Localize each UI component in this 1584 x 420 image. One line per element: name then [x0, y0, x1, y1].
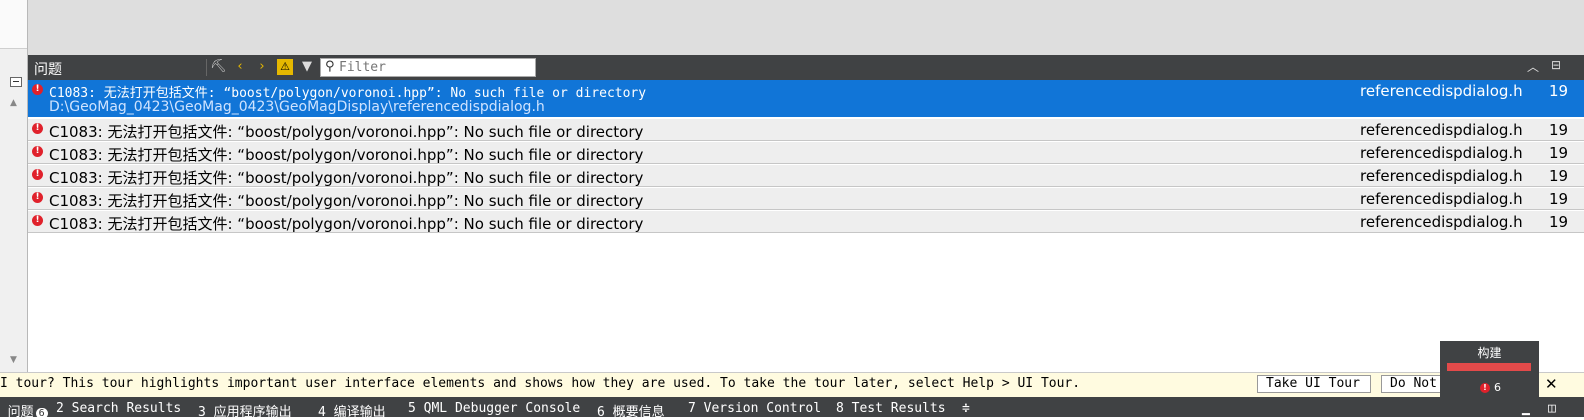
take-ui-tour-button[interactable]: Take UI Tour — [1257, 375, 1371, 393]
issues-count-badge: 6 — [35, 408, 48, 419]
error-icon: ! — [1480, 383, 1490, 393]
editor-area — [28, 0, 1584, 55]
issue-message: C1083: 无法打开包括文件: “boost/polygon/voronoi.… — [49, 215, 644, 233]
issue-file: referencedispdialog.h — [1360, 167, 1523, 185]
issue-path: D:\GeoMag_0423\GeoMag_0423\GeoMagDisplay… — [49, 99, 545, 115]
issues-toolbar: 问题 ⛏ ‹ › ⚠ ▼ ⚲ ︿ ⊟ — [28, 55, 1584, 80]
tab-search-results[interactable]: 2 Search Results — [56, 401, 181, 416]
tab-test-results[interactable]: 8 Test Results — [836, 401, 946, 416]
issue-message: C1083: 无法打开包括文件: “boost/polygon/voronoi.… — [49, 169, 644, 187]
issue-file: referencedispdialog.h — [1360, 190, 1523, 208]
output-panes-bar: 1 问题6 2 Search Results 3 应用程序输出 4 编译输出 5… — [0, 397, 1584, 420]
filter-input[interactable] — [339, 59, 529, 76]
issue-row[interactable]: ! C1083: 无法打开包括文件: “boost/polygon/vorono… — [28, 165, 1584, 187]
close-icon[interactable]: ✕ — [1545, 375, 1558, 393]
issue-message: C1083: 无法打开包括文件: “boost/polygon/voronoi.… — [49, 123, 644, 141]
pane-menu-icon[interactable]: ≑ — [962, 401, 970, 416]
tab-application-output[interactable]: 3 应用程序输出 — [198, 401, 292, 420]
scroll-up-icon[interactable]: ▲ — [10, 98, 17, 108]
search-icon: ⚲ — [325, 59, 335, 74]
issue-row[interactable]: ! C1083: 无法打开包括文件: “boost/polygon/vorono… — [28, 142, 1584, 164]
issue-line: 19 — [1549, 121, 1569, 139]
issue-message: C1083: 无法打开包括文件: “boost/polygon/voronoi.… — [49, 192, 644, 210]
issue-row[interactable]: ! C1083: 无法打开包括文件: “boost/polygon/vorono… — [28, 119, 1584, 141]
error-icon: ! — [32, 123, 43, 134]
build-label: 构建 — [1477, 346, 1502, 360]
toolbar-divider — [206, 59, 207, 76]
warning-filter-icon[interactable]: ⚠ — [277, 59, 293, 75]
issue-file: referencedispdialog.h — [1360, 144, 1523, 162]
clean-icon[interactable]: ⛏ — [210, 59, 227, 75]
error-icon: ! — [32, 215, 43, 226]
tour-message: I tour? This tour highlights important u… — [0, 376, 1081, 391]
tab-compile-output[interactable]: 4 编译输出 — [318, 401, 386, 420]
chevron-up-icon[interactable]: ︿ — [1527, 58, 1539, 75]
issue-file: referencedispdialog.h — [1360, 213, 1523, 231]
error-icon: ! — [32, 169, 43, 180]
next-icon[interactable]: › — [254, 59, 270, 75]
issue-row[interactable]: ! C1083: 无法打开包括文件: “boost/polygon/vorono… — [28, 80, 1584, 117]
issue-line: 19 — [1549, 82, 1569, 100]
issue-line: 19 — [1549, 190, 1569, 208]
error-icon: ! — [32, 84, 43, 95]
tab-issues-label: 1 问题 — [0, 405, 34, 420]
tab-version-control[interactable]: 7 Version Control — [688, 401, 821, 416]
toggle-sidebar-icon[interactable]: ◫ — [1548, 401, 1556, 416]
tab-qml-debugger-console[interactable]: 5 QML Debugger Console — [408, 401, 580, 416]
sidebar-top-area — [0, 0, 27, 49]
left-sidebar-strip: ▲ ▼ — [0, 0, 28, 372]
issues-list: ! C1083: 无法打开包括文件: “boost/polygon/vorono… — [28, 80, 1584, 233]
issue-row[interactable]: ! C1083: 无法打开包括文件: “boost/polygon/vorono… — [28, 211, 1584, 233]
error-icon: ! — [32, 146, 43, 157]
ui-tour-infobar: I tour? This tour highlights important u… — [0, 372, 1584, 397]
previous-icon[interactable]: ‹ — [232, 59, 248, 75]
close-pane-icon[interactable]: ⊟ — [1551, 58, 1561, 72]
filter-box[interactable]: ⚲ — [320, 58, 536, 77]
progress-toggle-icon[interactable]: ▁ — [1522, 401, 1530, 416]
issue-line: 19 — [1549, 167, 1569, 185]
collapse-pane-icon[interactable] — [10, 77, 22, 87]
build-error-count: ! 6 — [1480, 381, 1501, 394]
do-not-show-again-button[interactable]: Do Not Show Again — [1381, 375, 1441, 393]
error-icon: ! — [32, 192, 43, 203]
issue-row[interactable]: ! C1083: 无法打开包括文件: “boost/polygon/vorono… — [28, 188, 1584, 210]
issue-message: C1083: 无法打开包括文件: “boost/polygon/voronoi.… — [49, 146, 644, 164]
tab-general-messages[interactable]: 6 概要信息 — [597, 401, 665, 420]
scroll-down-icon[interactable]: ▼ — [10, 355, 17, 365]
issue-line: 19 — [1549, 213, 1569, 231]
build-progress-bar — [1447, 363, 1531, 371]
panel-title: 问题 — [34, 62, 62, 78]
filter-funnel-icon[interactable]: ▼ — [299, 59, 315, 75]
tab-issues[interactable]: 1 问题6 — [0, 401, 48, 420]
issue-file: referencedispdialog.h — [1360, 82, 1523, 100]
issue-file: referencedispdialog.h — [1360, 121, 1523, 139]
build-error-number: 6 — [1494, 381, 1501, 394]
issue-line: 19 — [1549, 144, 1569, 162]
build-progress-popup[interactable]: 构建 ! 6 — [1440, 341, 1539, 397]
